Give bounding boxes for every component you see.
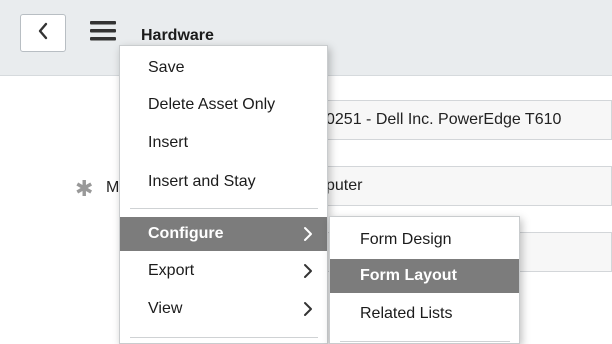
page-title: Hardware xyxy=(141,27,214,44)
menu-item-configure[interactable]: Configure xyxy=(120,217,327,251)
submenu-item-form-layout[interactable]: Form Layout xyxy=(330,259,519,293)
menu-item-insert[interactable]: Insert xyxy=(120,126,327,160)
model-category-value: puter xyxy=(326,177,363,194)
model-category-field[interactable]: puter xyxy=(300,166,612,206)
menu-item-delete-asset-only[interactable]: Delete Asset Only xyxy=(120,88,327,122)
submenu-item-label: Related Lists xyxy=(360,305,453,322)
menu-item-label: Delete Asset Only xyxy=(148,96,276,113)
menu-divider xyxy=(340,341,510,342)
submenu-item-related-lists[interactable]: Related Lists xyxy=(330,297,519,331)
menu-item-label: Insert xyxy=(148,134,189,151)
menu-divider xyxy=(130,337,318,338)
hamburger-menu-button[interactable] xyxy=(88,20,118,46)
context-menu: Save Delete Asset Only Insert Insert and… xyxy=(119,45,328,344)
menu-divider xyxy=(130,208,318,209)
asterisk-icon: ✱ xyxy=(75,176,94,201)
menu-item-label: Export xyxy=(148,262,195,279)
menu-item-insert-and-stay[interactable]: Insert and Stay xyxy=(120,165,327,199)
asset-field-value: 0251 - Dell Inc. PowerEdge T610 xyxy=(326,111,562,128)
submenu-item-form-design[interactable]: Form Design xyxy=(330,223,519,257)
chevron-right-icon xyxy=(301,261,315,281)
menu-item-view[interactable]: View xyxy=(120,292,327,326)
menu-item-label: View xyxy=(148,300,183,317)
asset-field[interactable]: 0251 - Dell Inc. PowerEdge T610 xyxy=(300,100,612,140)
field-label: M xyxy=(106,179,120,196)
chevron-right-icon xyxy=(301,299,315,319)
configure-submenu: Form Design Form Layout Related Lists xyxy=(329,216,520,344)
back-button[interactable] xyxy=(20,14,66,52)
chevron-right-icon xyxy=(301,224,315,244)
menu-item-save[interactable]: Save xyxy=(120,51,327,85)
menu-item-label: Save xyxy=(148,59,185,76)
hamburger-menu-icon xyxy=(89,20,117,47)
menu-item-label: Insert and Stay xyxy=(148,173,256,190)
submenu-item-label: Form Layout xyxy=(360,267,457,284)
chevron-left-icon xyxy=(37,22,49,45)
menu-item-export[interactable]: Export xyxy=(120,254,327,288)
menu-item-label: Configure xyxy=(148,225,224,242)
submenu-item-label: Form Design xyxy=(360,231,452,248)
